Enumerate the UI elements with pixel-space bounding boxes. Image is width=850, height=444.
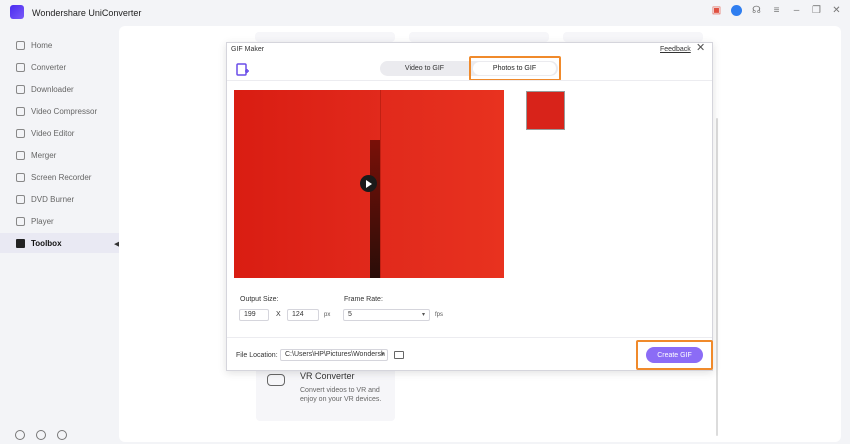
sidebar: Home Converter Downloader Video Compress… [0, 26, 119, 444]
sidebar-item-label: Player [31, 216, 54, 226]
preview-detail [380, 90, 381, 278]
converter-icon [16, 62, 25, 72]
width-input[interactable]: 199 [239, 309, 269, 321]
headset-icon[interactable]: ☊ [751, 5, 762, 16]
toolbox-card[interactable] [255, 32, 395, 42]
add-file-icon[interactable] [236, 63, 250, 77]
file-location-select[interactable]: C:\Users\HP\Pictures\Wondersh [280, 349, 388, 361]
divider [227, 80, 712, 81]
frame-rate-label: Frame Rate: [344, 296, 383, 303]
sidebar-item-label: Video Editor [31, 128, 75, 138]
vr-converter-title: VR Converter [300, 371, 355, 381]
merger-icon [16, 150, 25, 160]
scrollbar[interactable] [716, 118, 718, 436]
dialog-close-icon[interactable]: ✕ [696, 43, 705, 54]
sidebar-item-screen-recorder[interactable]: Screen Recorder [0, 167, 119, 187]
toolbox-card[interactable] [563, 32, 703, 42]
menu-icon[interactable]: ≡ [771, 5, 782, 16]
restore-icon[interactable]: ❐ [811, 5, 822, 16]
help-icon[interactable] [15, 430, 25, 440]
highlight-box [636, 340, 713, 370]
sidebar-item-dvd-burner[interactable]: DVD Burner [0, 189, 119, 209]
chevron-down-icon: ▾ [422, 312, 426, 318]
sidebar-item-label: Video Compressor [31, 106, 98, 116]
play-icon [366, 180, 372, 188]
photo-thumbnail[interactable] [526, 91, 565, 130]
sidebar-item-converter[interactable]: Converter [0, 57, 119, 77]
feedback-icon[interactable] [57, 430, 67, 440]
record-icon [16, 172, 25, 182]
sidebar-item-video-editor[interactable]: Video Editor [0, 123, 119, 143]
compress-icon [16, 106, 25, 116]
sidebar-item-home[interactable]: Home [0, 35, 119, 55]
downloader-icon [16, 84, 25, 94]
divider [227, 337, 712, 338]
chevron-down-icon: ▾ [381, 352, 385, 358]
sidebar-item-label: Merger [31, 150, 57, 160]
close-icon[interactable]: ✕ [831, 5, 842, 16]
app-title: Wondershare UniConverter [32, 8, 142, 18]
dialog-title: GIF Maker [231, 46, 265, 53]
grid-icon [16, 238, 25, 248]
scissors-icon [16, 128, 25, 138]
size-unit: px [324, 312, 331, 318]
sidebar-item-label: Converter [31, 62, 67, 72]
app-logo-icon [10, 5, 24, 19]
sidebar-item-label: Home [31, 40, 53, 50]
size-separator: X [276, 311, 281, 318]
feedback-link[interactable]: Feedback [660, 46, 691, 53]
vr-headset-icon [267, 374, 285, 386]
sidebar-bottom-icons [15, 430, 67, 440]
minimize-icon[interactable]: – [791, 5, 802, 16]
sidebar-item-downloader[interactable]: Downloader [0, 79, 119, 99]
title-bar: Wondershare UniConverter ▣ ☊ ≡ – ❐ ✕ [0, 0, 850, 26]
sidebar-item-toolbox[interactable]: Toolbox [0, 233, 119, 253]
toolbox-card[interactable] [409, 32, 549, 42]
sidebar-item-video-compressor[interactable]: Video Compressor [0, 101, 119, 121]
sidebar-item-label: Toolbox [31, 238, 62, 248]
frame-rate-unit: fps [435, 312, 444, 318]
frame-rate-select[interactable]: 5 [343, 309, 430, 321]
sidebar-item-label: Screen Recorder [31, 172, 92, 182]
folder-icon[interactable] [394, 351, 404, 359]
sidebar-item-player[interactable]: Player [0, 211, 119, 231]
preview-detail [370, 140, 380, 278]
player-icon [16, 216, 25, 226]
file-location-label: File Location: [236, 352, 278, 359]
height-input[interactable]: 124 [287, 309, 319, 321]
bell-icon[interactable] [36, 430, 46, 440]
titlebar-icons: ▣ ☊ ≡ – ❐ ✕ [711, 5, 842, 16]
gift-icon[interactable]: ▣ [711, 5, 722, 16]
tab-video-to-gif[interactable]: Video to GIF [380, 61, 469, 76]
user-avatar-icon[interactable] [731, 5, 742, 16]
highlight-box [469, 56, 561, 81]
sidebar-item-label: Downloader [31, 84, 74, 94]
output-size-label: Output Size: [240, 296, 279, 303]
disc-icon [16, 194, 25, 204]
sidebar-item-label: DVD Burner [31, 194, 75, 204]
vr-converter-description: Convert videos to VR and enjoy on your V… [300, 387, 382, 403]
home-icon [16, 40, 25, 50]
sidebar-item-merger[interactable]: Merger [0, 145, 119, 165]
